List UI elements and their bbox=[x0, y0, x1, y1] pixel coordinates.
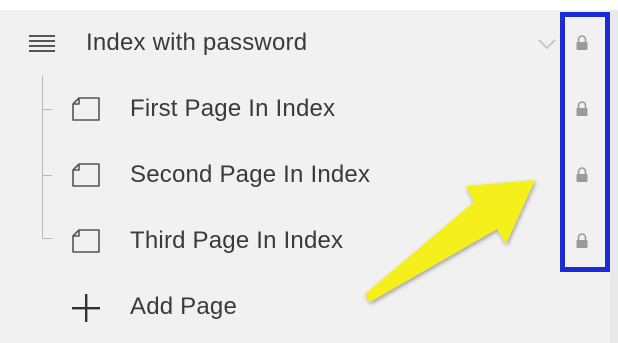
hamburger-menu-icon[interactable] bbox=[29, 35, 55, 53]
panel-gutter bbox=[610, 10, 618, 343]
page-row-second[interactable]: Second Page In Index bbox=[0, 142, 610, 208]
chevron-down-icon[interactable] bbox=[538, 39, 556, 50]
page-icon bbox=[72, 229, 100, 253]
lock-column-highlight bbox=[560, 12, 610, 272]
index-title: Index with password bbox=[86, 29, 308, 56]
page-label: First Page In Index bbox=[130, 95, 336, 122]
add-page-label: Add Page bbox=[130, 293, 238, 320]
page-row-first[interactable]: First Page In Index bbox=[0, 76, 610, 142]
page-label: Second Page In Index bbox=[130, 161, 371, 188]
page-icon bbox=[72, 97, 100, 121]
plus-icon bbox=[72, 294, 100, 322]
page-icon bbox=[72, 163, 100, 187]
page-row-third[interactable]: Third Page In Index bbox=[0, 208, 610, 274]
page-label: Third Page In Index bbox=[130, 227, 344, 254]
add-page-button[interactable]: Add Page bbox=[0, 274, 610, 340]
index-row[interactable]: Index with password bbox=[0, 10, 610, 76]
